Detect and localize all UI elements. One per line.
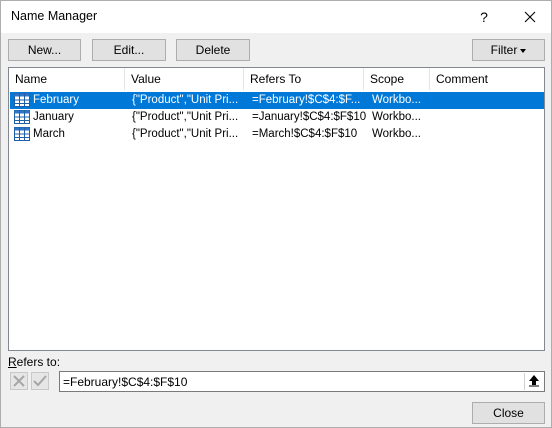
row-name: January [33,111,74,123]
refers-to-field[interactable] [59,371,545,392]
names-list[interactable]: Name Value Refers To Scope Comment Febru… [8,67,545,351]
help-button[interactable]: ? [469,6,499,28]
refers-to-accesskey: R [8,355,17,369]
new-button[interactable]: New... [8,39,81,61]
row-scope: Workbo... [372,94,421,106]
delete-button[interactable]: Delete [176,39,250,61]
list-header: Name Value Refers To Scope Comment [9,68,544,90]
row-refers-to: =January!$C$4:$F$10 [252,111,367,123]
column-header-comment[interactable]: Comment [430,68,544,90]
table-icon [14,110,30,124]
row-scope: Workbo... [372,128,421,140]
checkmark-icon [33,375,47,387]
confirm-edit-button[interactable] [31,372,49,390]
table-icon [14,93,30,107]
cancel-x-icon [13,375,25,387]
row-scope: Workbo... [372,111,421,123]
collapse-arrow-icon [529,375,539,387]
list-item-march[interactable]: March {"Product","Unit Pri... =March!$C$… [10,126,544,143]
filter-button[interactable]: Filter [472,39,545,61]
row-refers-to: =March!$C$4:$F$10 [252,128,358,140]
column-header-refers-to[interactable]: Refers To [244,68,364,90]
column-header-value[interactable]: Value [125,68,244,90]
row-value: {"Product","Unit Pri... [132,111,239,123]
column-header-name[interactable]: Name [9,68,125,90]
edit-button[interactable]: Edit... [92,39,166,61]
close-window-button[interactable] [513,4,547,28]
name-manager-dialog: Name Manager ? New... Edit... Delete Fil… [0,0,552,428]
collapse-dialog-button[interactable] [524,373,543,390]
refers-to-label-text: efers to: [16,355,61,369]
title-bar[interactable]: Name Manager ? [1,1,551,33]
row-name: March [33,128,65,140]
close-button[interactable]: Close [472,402,545,424]
filter-label: Filter [490,43,518,57]
row-value: {"Product","Unit Pri... [132,128,239,140]
list-item-february[interactable]: February {"Product","Unit Pri... =Februa… [10,92,544,109]
close-icon [524,11,536,23]
row-refers-to: =February!$C$4:$F... [252,94,361,106]
row-value: {"Product","Unit Pri... [132,94,239,106]
list-item-january[interactable]: January {"Product","Unit Pri... =January… [10,109,544,126]
dialog-title: Name Manager [11,9,98,23]
table-icon [14,127,30,141]
cancel-edit-button[interactable] [10,372,28,390]
refers-to-label: Refers to: [8,355,60,369]
column-header-scope[interactable]: Scope [364,68,430,90]
chevron-down-icon [520,48,527,53]
row-name: February [33,94,80,106]
